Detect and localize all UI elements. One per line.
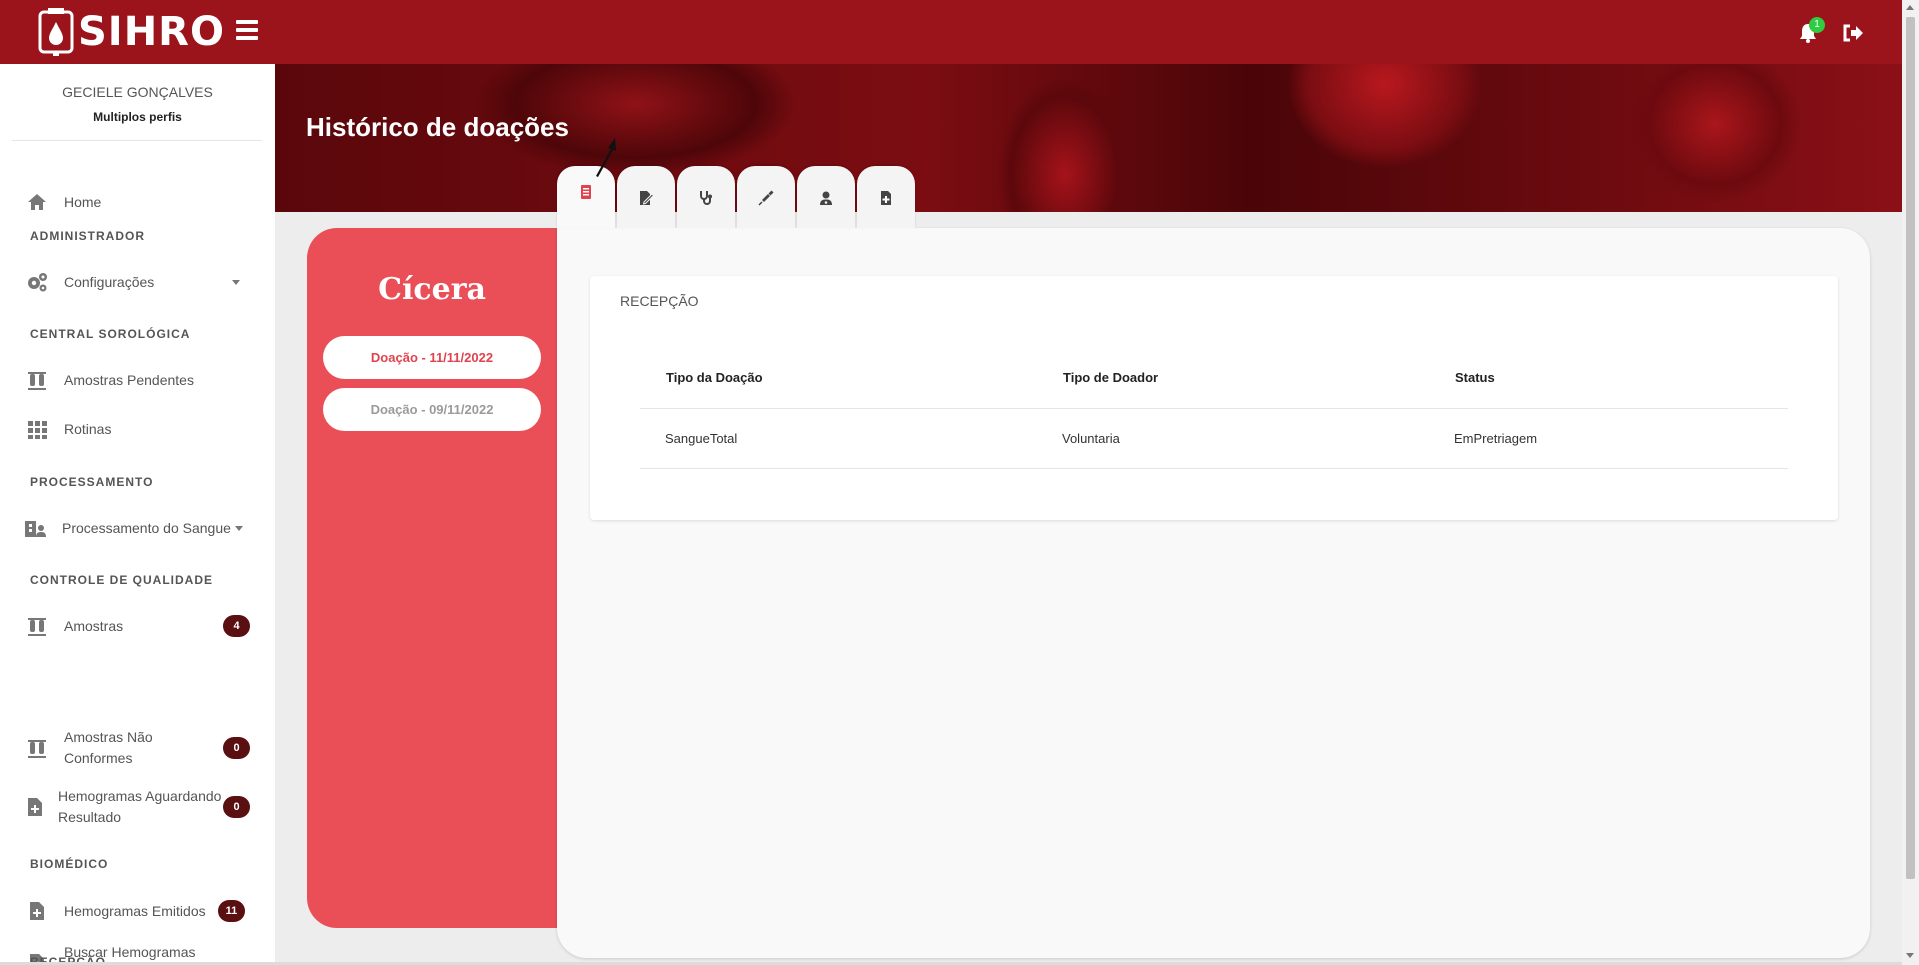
sidebar-item-label: Rotinas: [64, 420, 112, 437]
file-medical-icon: [581, 185, 591, 199]
panel-title: RECEPÇÃO: [620, 293, 699, 309]
table-header: Status: [1455, 370, 1495, 385]
logout-icon[interactable]: [1842, 23, 1864, 43]
section-admin: ADMINISTRADOR: [30, 229, 145, 243]
scroll-up-icon[interactable]: [1906, 5, 1914, 10]
sidebar-item-label: Home: [64, 193, 102, 210]
count-badge: 0: [223, 796, 250, 818]
file-medical-icon: [28, 798, 42, 816]
section-sorologica: CENTRAL SOROLÓGICA: [30, 327, 191, 341]
user-profile: Multiplos perfis: [93, 110, 182, 124]
table-header: Tipo da Doação: [666, 370, 763, 385]
stethoscope-icon: [700, 191, 712, 205]
sidebar-item-configuracoes[interactable]: Configurações: [0, 262, 275, 302]
divider: [640, 408, 1788, 409]
table-cell: SangueTotal: [665, 431, 738, 446]
page-scrollbar[interactable]: [1902, 0, 1919, 965]
sidebar-item-label: Amostras Não Conformes: [64, 729, 153, 766]
sidebar: GECIELE GONÇALVES Multiplos perfis Home …: [0, 64, 275, 965]
sidebar-item-home[interactable]: Home: [0, 182, 275, 222]
tab-medico[interactable]: [797, 166, 855, 228]
sidebar-item-label: Amostras: [64, 617, 124, 634]
donation-item[interactable]: Doação - 09/11/2022: [323, 388, 541, 431]
section-processamento: PROCESSAMENTO: [30, 475, 154, 489]
top-bar: SIHRO 1: [0, 0, 1902, 64]
divider: [12, 140, 262, 141]
sidebar-item-amostras-pendentes[interactable]: Amostras Pendentes: [0, 360, 275, 400]
donor-name: Cícera: [378, 272, 486, 307]
test-tubes-icon: [28, 372, 46, 390]
sidebar-item-amostras-nao-conformes[interactable]: Amostras Não Conformes 0: [0, 725, 275, 771]
sidebar-item-hemogramas-aguardando[interactable]: Hemogramas Aguardando Resultado 0: [0, 784, 275, 830]
sidebar-item-hemogramas-emitidos[interactable]: Hemogramas Emitidos 11: [0, 891, 275, 931]
table-cell: EmPretriagem: [1454, 431, 1538, 446]
file-medical-icon: [30, 902, 44, 920]
section-recepcao: RECEPÇÃO: [30, 955, 107, 962]
blood-bag-logo-icon: [38, 8, 74, 56]
reception-panel: RECEPÇÃO Tipo da Doação Tipo de Doador S…: [590, 276, 1838, 520]
donor-card: Cícera Doação - 11/11/2022 Doação - 09/1…: [307, 228, 587, 928]
tab-resultado[interactable]: [857, 166, 915, 228]
chevron-down-icon: [235, 526, 243, 531]
count-badge: 4: [223, 615, 250, 637]
count-badge: 0: [223, 737, 250, 759]
tab-triagem[interactable]: [617, 166, 675, 228]
sidebar-item-label: Amostras Pendentes: [64, 371, 194, 388]
test-tubes-icon: [28, 618, 46, 636]
sidebar-item-processamento-sangue[interactable]: Processamento do Sangue: [0, 508, 275, 548]
tab-exame-clinico[interactable]: [677, 166, 735, 228]
mouse-cursor-arrow-icon: [596, 138, 616, 177]
page-title: Histórico de doações: [306, 112, 569, 142]
syringe-icon: [758, 190, 774, 206]
grid-icon: [28, 421, 47, 439]
section-biomedico: BIOMÉDICO: [30, 857, 109, 871]
divider: [640, 468, 1788, 469]
user-doctor-icon: [820, 191, 832, 205]
table-header: Tipo de Doador: [1063, 370, 1159, 385]
app-logo[interactable]: SIHRO: [38, 8, 225, 56]
file-plus-icon: [881, 191, 891, 205]
sidebar-item-amostras[interactable]: Amostras 4: [0, 606, 275, 646]
scroll-down-icon[interactable]: [1906, 953, 1914, 958]
logo-text: SIHRO: [78, 9, 225, 55]
count-badge: 11: [218, 900, 245, 922]
tab-coleta[interactable]: [737, 166, 795, 228]
section-qualidade: CONTROLE DE QUALIDADE: [30, 573, 213, 587]
sidebar-item-label: Hemogramas Aguardando Resultado: [58, 788, 222, 825]
hospital-user-icon: [25, 521, 46, 537]
home-icon: [28, 194, 46, 210]
scroll-thumb[interactable]: [1906, 17, 1915, 879]
user-name: GECIELE GONÇALVES: [62, 84, 213, 100]
gears-icon: [28, 273, 47, 292]
menu-toggle-button[interactable]: [236, 20, 258, 40]
file-signature-icon: [640, 191, 654, 205]
chevron-down-icon: [232, 280, 240, 285]
sidebar-item-label: Hemogramas Emitidos: [64, 902, 206, 919]
table-cell: Voluntaria: [1062, 431, 1120, 446]
sidebar-item-label: Configurações: [64, 273, 155, 290]
sidebar-item-label: Processamento do Sangue: [62, 519, 231, 536]
notification-badge: 1: [1809, 17, 1825, 33]
donation-item-active[interactable]: Doação - 11/11/2022: [323, 336, 541, 379]
sidebar-item-rotinas[interactable]: Rotinas: [0, 409, 275, 449]
test-tubes-icon: [28, 740, 46, 758]
